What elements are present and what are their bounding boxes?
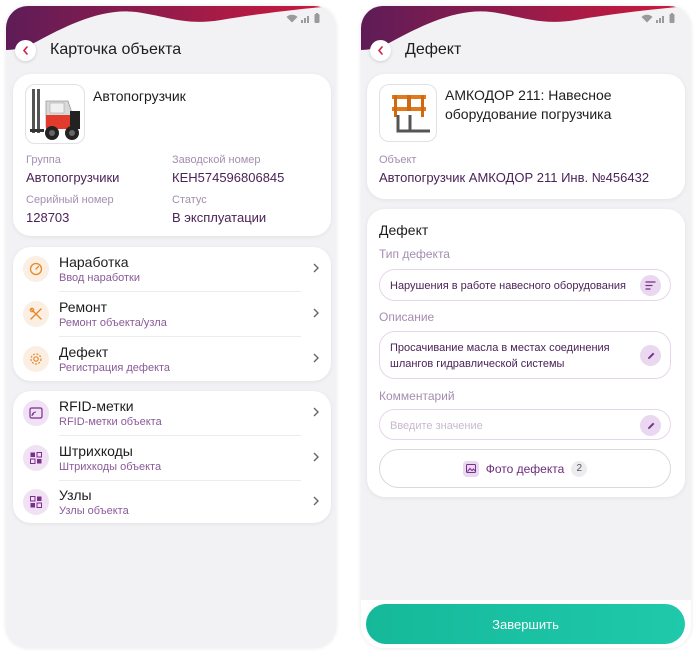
section-title: Дефект [379,222,429,238]
defect-screen: Дефект АМКОДОР 211: Навесное оборудовани… [361,6,691,648]
object-card-screen: Карточка объекта Автопогрузчик Группа Ав… [6,6,336,648]
chevron-right-icon [313,452,319,462]
chevron-right-icon [313,407,319,417]
menu-item-subtitle: Штрихкоды объекта [59,461,162,473]
wifi-icon [286,14,298,23]
field-object: Объект Автопогрузчик АМКОДОР 211 Инв. №4… [379,154,649,185]
forklift-image [25,84,85,144]
description-value: Просачивание масла в местах соединения ш… [390,342,610,370]
menu-item-subtitle: Ремонт объекта/узла [59,317,167,329]
defect-item-card: АМКОДОР 211: Навесное оборудование погру… [367,74,685,199]
battery-icon [314,13,320,23]
defect-form-card: Дефект Тип дефекта Нарушения в работе на… [367,209,685,497]
menu-item-subtitle: Ввод наработки [59,272,141,284]
finish-button[interactable]: Завершить [366,604,685,644]
field-value: Автопогрузчик АМКОДОР 211 Инв. №456432 [379,170,650,185]
field-status: Статус В эксплуатации [172,194,266,225]
battery-icon [669,13,675,23]
defect-item-name: АМКОДОР 211: Навесное оборудование погру… [445,87,612,122]
defect-type-label: Тип дефекта [379,247,450,261]
status-bar [641,13,675,23]
signal-icon [656,16,664,23]
field-label: Объект [379,154,417,166]
menu-item-nodes[interactable]: Узлы Узлы объекта [13,480,331,524]
photo-count-badge: 2 [571,460,588,477]
field-group: Группа Автопогрузчики [26,154,119,185]
chevron-right-icon [313,496,319,506]
menu-item-rfid[interactable]: RFID-метки RFID-метки объекта [13,391,331,435]
field-label: Серийный номер [26,194,114,206]
image-icon [462,460,479,477]
comment-field[interactable]: Введите значение [379,409,671,440]
chevron-right-icon [313,263,319,273]
chevron-left-icon [377,45,383,55]
identifiers-menu: RFID-метки RFID-метки объекта Штрихкоды … [13,391,331,523]
field-value: 128703 [26,210,70,225]
nodes-icon [23,489,49,515]
field-label: Статус [172,194,207,206]
comment-placeholder: Введите значение [390,420,483,432]
chevron-right-icon [313,353,319,363]
tools-icon [23,301,49,327]
page-title: Дефект [405,41,462,58]
gear-icon [23,346,49,372]
menu-item-title: RFID-метки [59,398,134,414]
menu-item-subtitle: Регистрация дефекта [59,362,171,374]
signal-icon [301,16,309,23]
menu-item-title: Дефект [59,344,109,360]
wifi-icon [641,14,653,23]
gauge-icon [23,256,49,282]
operations-menu: Наработка Ввод наработки Ремонт Ремонт о… [13,247,331,381]
field-value: КЕН574596806845 [172,170,285,185]
menu-item-subtitle: RFID-метки объекта [59,416,162,428]
object-name: Автопогрузчик [93,88,186,104]
menu-item-title: Штрихкоды [59,443,133,459]
menu-item-title: Узлы [59,487,92,503]
defect-photo-button[interactable]: Фото дефекта 2 [379,449,671,488]
chevron-left-icon [22,45,28,55]
edit-icon[interactable] [640,345,661,366]
menu-item-repair[interactable]: Ремонт Ремонт объекта/узла [13,292,331,336]
back-button[interactable] [370,39,391,61]
menu-item-title: Ремонт [59,299,108,315]
photo-button-label: Фото дефекта [485,461,565,476]
field-label: Группа [26,154,61,166]
field-factory-number: Заводской номер КЕН574596806845 [172,154,284,185]
description-label: Описание [379,310,435,324]
object-info-card: Автопогрузчик Группа Автопогрузчики Заво… [13,74,331,236]
menu-item-defect[interactable]: Дефект Регистрация дефекта [13,337,331,381]
field-label: Заводской номер [172,154,261,166]
defect-type-value: Нарушения в работе навесного оборудовани… [390,280,627,292]
menu-item-runtime[interactable]: Наработка Ввод наработки [13,247,331,291]
screen-header: Карточка объекта [6,36,336,64]
page-title: Карточка объекта [50,41,182,58]
description-field[interactable]: Просачивание масла в местах соединения ш… [379,331,671,379]
field-value: Автопогрузчики [26,170,120,185]
list-icon[interactable] [640,275,661,296]
screen-header: Дефект [361,36,691,64]
menu-item-barcodes[interactable]: Штрихкоды Штрихкоды объекта [13,436,331,480]
defect-type-select[interactable]: Нарушения в работе навесного оборудовани… [379,269,671,301]
attachment-image [379,84,437,142]
rfid-icon [23,400,49,426]
edit-icon[interactable] [640,415,661,436]
field-serial-number: Серийный номер 128703 [26,194,114,225]
menu-item-title: Наработка [59,254,129,270]
menu-item-subtitle: Узлы объекта [59,505,129,517]
status-bar [286,13,320,23]
qr-icon [23,445,49,471]
chevron-right-icon [313,308,319,318]
comment-label: Комментарий [379,389,455,403]
back-button[interactable] [15,39,36,61]
field-value: В эксплуатации [172,210,267,225]
